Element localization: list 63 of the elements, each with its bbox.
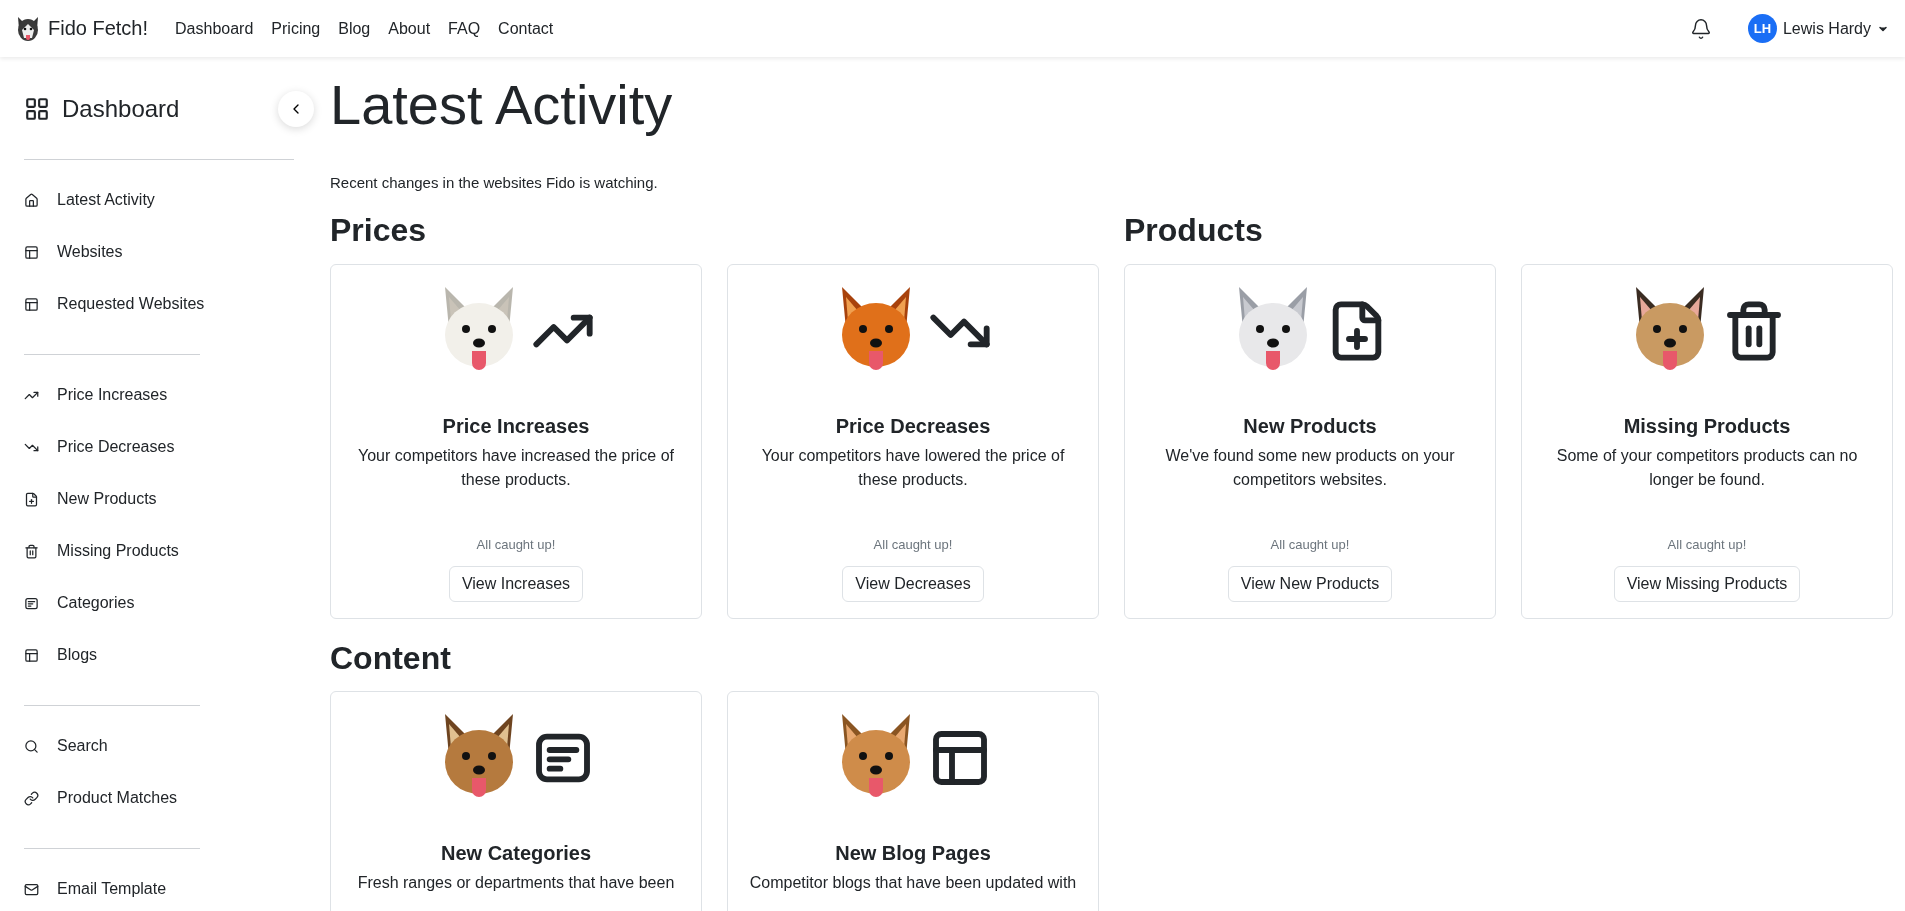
- view-button[interactable]: View Missing Products: [1613, 565, 1801, 602]
- sidebar-item[interactable]: Missing Products: [24, 525, 300, 577]
- card-description: We've found some new products on your competitors websites.: [1164, 445, 1456, 490]
- home-icon: [24, 192, 39, 208]
- sidebar-item[interactable]: Latest Activity: [24, 174, 300, 226]
- link-icon: [24, 790, 39, 806]
- card-title: New Blog Pages: [835, 841, 991, 865]
- grid-icon: [24, 96, 50, 122]
- card-description: Fresh ranges or departments that have been: [357, 872, 675, 893]
- sidebar-item[interactable]: Price Increases: [24, 369, 300, 421]
- nav-link[interactable]: FAQ: [439, 19, 490, 38]
- dog-logo-icon: [16, 15, 40, 42]
- trash-icon: [24, 543, 39, 559]
- card-description: Some of your competitors products can no longer be found.: [1555, 445, 1859, 490]
- card-title: Price Decreases: [835, 414, 991, 438]
- section-heading: Products: [1124, 211, 1264, 250]
- card-description: Your competitors have increased the price of these products.: [357, 445, 675, 490]
- nav-link[interactable]: Dashboard: [166, 19, 263, 38]
- sidebar-item[interactable]: New Products: [24, 473, 300, 525]
- card-description: Your competitors have lowered the price of these products.: [760, 445, 1066, 490]
- view-button[interactable]: View Decreases: [842, 565, 984, 602]
- file-plus-icon: [24, 491, 39, 507]
- layout-icon: [24, 244, 39, 260]
- card-status: All caught up!: [1667, 536, 1747, 552]
- layout-icon: [24, 296, 39, 312]
- text-lines-icon: [24, 595, 39, 611]
- card-title: New Categories: [440, 841, 592, 865]
- section-heading: Content: [330, 638, 452, 677]
- user-menu-button[interactable]: LH Lewis Hardy: [1747, 14, 1889, 43]
- view-button[interactable]: View Increases: [448, 565, 584, 602]
- nav-link[interactable]: Blog: [329, 19, 380, 38]
- section-heading: Prices: [330, 211, 428, 250]
- sidebar-item[interactable]: Search: [24, 720, 300, 772]
- brand-link[interactable]: Fido Fetch!: [16, 15, 149, 42]
- sidebar-item[interactable]: Price Decreases: [24, 421, 300, 473]
- view-button[interactable]: View New Products: [1227, 565, 1393, 602]
- brand-name: Fido Fetch!: [48, 17, 149, 40]
- sidebar-item[interactable]: Blogs: [24, 629, 300, 681]
- user-name: Lewis Hardy: [1782, 19, 1871, 38]
- sidebar-title: Dashboard: [62, 95, 180, 123]
- collapse-sidebar-button[interactable]: [278, 91, 314, 127]
- layout-icon: [24, 647, 39, 663]
- page-subtitle: Recent changes in the websites Fido is watching.: [330, 174, 659, 192]
- page-title: Latest Activity: [330, 72, 674, 138]
- search-icon: [24, 738, 39, 754]
- sidebar-item[interactable]: Email Template: [24, 863, 300, 911]
- sidebar-item[interactable]: Categories: [24, 577, 300, 629]
- card-status: All caught up!: [873, 536, 953, 552]
- card-status: All caught up!: [1270, 536, 1350, 552]
- card-description: Competitor blogs that have been updated with: [749, 872, 1077, 893]
- sidebar-item[interactable]: Product Matches: [24, 772, 300, 824]
- card-title: Price Increases: [442, 414, 590, 438]
- nav-link[interactable]: About: [379, 19, 440, 38]
- notification-bell-icon[interactable]: [1689, 17, 1712, 40]
- sidebar-item[interactable]: Requested Websites: [24, 278, 300, 330]
- nav-link[interactable]: Pricing: [262, 19, 330, 38]
- card-status: All caught up!: [476, 536, 556, 552]
- sidebar-item[interactable]: Websites: [24, 226, 300, 278]
- user-avatar: LH: [1747, 14, 1777, 43]
- card-title: New Products: [1243, 414, 1377, 438]
- mail-icon: [24, 881, 39, 897]
- nav-link[interactable]: Contact: [489, 19, 563, 38]
- card-title: Missing Products: [1623, 414, 1791, 438]
